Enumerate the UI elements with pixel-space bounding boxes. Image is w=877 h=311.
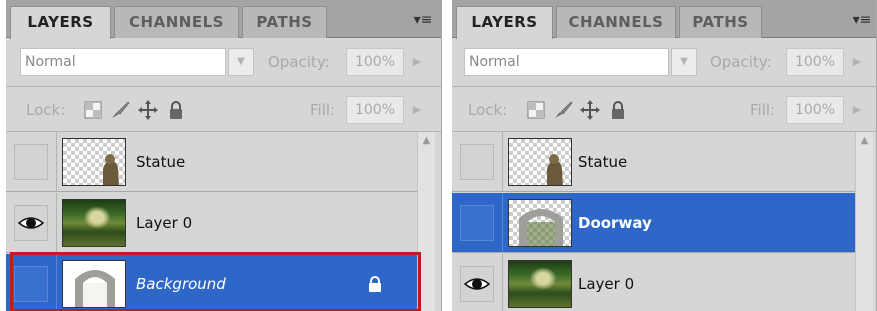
- divider: [452, 86, 876, 87]
- lock-transparent-pixels-icon[interactable]: [524, 98, 548, 122]
- layer-row-statue[interactable]: Statue: [6, 132, 417, 192]
- column-divider: [56, 193, 57, 252]
- lock-label: Lock:: [26, 101, 66, 119]
- eye-icon[interactable]: [460, 266, 494, 302]
- padlock-icon[interactable]: [164, 98, 188, 122]
- fill-input[interactable]: 100%: [786, 96, 844, 124]
- tab-layers[interactable]: LAYERS: [456, 6, 553, 39]
- layer-row-layer-0[interactable]: Layer 0: [6, 193, 417, 253]
- tab-paths[interactable]: PATHS: [242, 6, 327, 38]
- layer-name: Background: [136, 275, 226, 293]
- layer-thumbnail[interactable]: [508, 199, 572, 247]
- lock-icon: [366, 275, 384, 293]
- tab-channels[interactable]: CHANNELS: [556, 6, 676, 38]
- column-divider: [502, 193, 503, 252]
- fill-label: Fill:: [750, 101, 776, 119]
- opacity-label: Opacity:: [710, 53, 772, 71]
- chevron-right-icon[interactable]: ▶: [846, 96, 868, 124]
- scrollbar[interactable]: ▲: [855, 132, 873, 311]
- statue-thumbnail-image: [103, 154, 119, 185]
- layer-row-background[interactable]: Background: [6, 254, 417, 311]
- layer-row-statue[interactable]: Statue: [452, 132, 855, 192]
- statue-thumbnail-image: [547, 154, 563, 185]
- layer-name: Layer 0: [136, 214, 193, 232]
- layer-row-doorway[interactable]: Doorway: [452, 193, 855, 253]
- opacity-label: Opacity:: [268, 53, 330, 71]
- blend-mode-select[interactable]: Normal: [20, 48, 226, 76]
- divider: [6, 86, 441, 87]
- layer-name: Doorway: [578, 214, 652, 232]
- panel-menu-icon[interactable]: ▾≡: [849, 9, 875, 31]
- lock-label: Lock:: [468, 101, 508, 119]
- chevron-down-icon[interactable]: ▼: [228, 48, 254, 76]
- layer-name: Layer 0: [578, 275, 635, 293]
- visibility-toggle[interactable]: [460, 144, 494, 180]
- layers-panel-right: LAYERS CHANNELS PATHS ▾≡ Normal ▼ Opacit…: [452, 0, 877, 311]
- move-icon[interactable]: [136, 98, 160, 122]
- tab-paths[interactable]: PATHS: [679, 6, 762, 38]
- column-divider: [56, 132, 57, 191]
- chevron-down-icon[interactable]: ▼: [671, 48, 697, 76]
- layer-thumbnail[interactable]: [508, 260, 572, 308]
- chevron-right-icon[interactable]: ▶: [406, 48, 428, 76]
- layer-thumbnail[interactable]: [62, 260, 126, 308]
- column-divider: [502, 132, 503, 191]
- doorway-thumbnail-image: [519, 209, 563, 246]
- panel-tab-bar: LAYERS CHANNELS PATHS ▾≡: [6, 0, 441, 39]
- layers-panel-left: LAYERS CHANNELS PATHS ▾≡ Normal ▼ Opacit…: [6, 0, 442, 311]
- opacity-input[interactable]: 100%: [346, 48, 404, 76]
- chevron-right-icon[interactable]: ▶: [846, 48, 868, 76]
- layer-thumbnail[interactable]: [508, 138, 572, 186]
- column-divider: [502, 254, 503, 311]
- fill-label: Fill:: [310, 101, 336, 119]
- opacity-input[interactable]: 100%: [786, 48, 844, 76]
- layer-thumbnail[interactable]: [62, 199, 126, 247]
- eye-icon[interactable]: [14, 205, 48, 241]
- fill-input[interactable]: 100%: [346, 96, 404, 124]
- brush-icon[interactable]: [108, 98, 132, 122]
- lock-transparent-pixels-icon[interactable]: [81, 98, 105, 122]
- tab-channels[interactable]: CHANNELS: [114, 6, 239, 38]
- layer-thumbnail[interactable]: [62, 138, 126, 186]
- padlock-icon[interactable]: [606, 98, 630, 122]
- visibility-toggle[interactable]: [14, 266, 48, 302]
- chevron-right-icon[interactable]: ▶: [406, 96, 428, 124]
- column-divider: [56, 254, 57, 311]
- visibility-toggle[interactable]: [460, 205, 494, 241]
- layer-name: Statue: [136, 153, 186, 171]
- layer-name: Statue: [578, 153, 628, 171]
- scroll-up-icon[interactable]: ▲: [418, 132, 435, 150]
- doorway-thumbnail-image: [75, 270, 115, 307]
- blend-mode-select[interactable]: Normal: [464, 48, 669, 76]
- panel-menu-icon[interactable]: ▾≡: [410, 9, 436, 31]
- panel-tab-bar: LAYERS CHANNELS PATHS ▾≡: [452, 0, 876, 39]
- tab-layers[interactable]: LAYERS: [10, 6, 111, 39]
- scroll-up-icon[interactable]: ▲: [856, 132, 873, 150]
- brush-icon[interactable]: [551, 98, 575, 122]
- visibility-toggle[interactable]: [14, 144, 48, 180]
- move-icon[interactable]: [578, 98, 602, 122]
- scrollbar[interactable]: ▲: [417, 132, 435, 311]
- layer-row-layer-0[interactable]: Layer 0: [452, 254, 855, 311]
